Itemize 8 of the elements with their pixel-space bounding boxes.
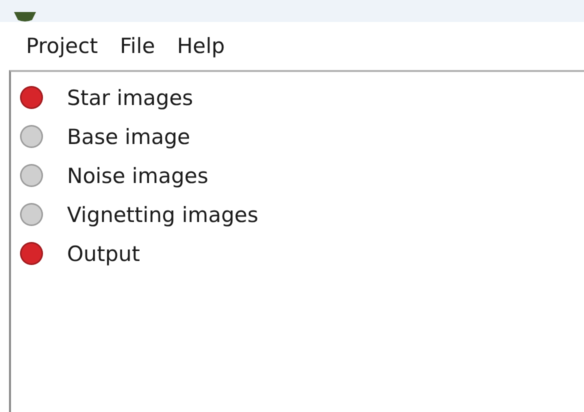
menu-item[interactable]: File	[120, 34, 155, 58]
step-item[interactable]: Vignetting images	[67, 202, 258, 226]
step-item[interactable]: Base image	[67, 124, 190, 148]
step-item[interactable]: Output	[67, 242, 140, 266]
step-item[interactable]: Star images	[67, 86, 194, 110]
step-item[interactable]: Noise images	[67, 164, 208, 188]
menu-item[interactable]: Help	[177, 34, 225, 58]
menu-item[interactable]: Project	[26, 34, 98, 58]
